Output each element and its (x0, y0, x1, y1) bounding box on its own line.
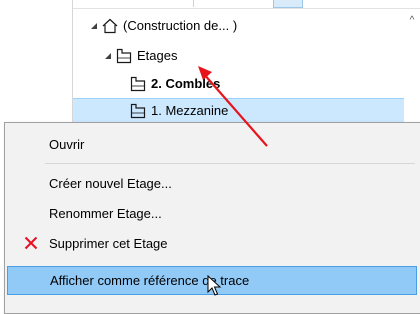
context-menu: Ouvrir Créer nouvel Etage... Renommer Et… (4, 122, 420, 314)
menu-item-show-as-trace-reference[interactable]: Afficher comme référence de trace (7, 266, 417, 295)
menu-item-create-story[interactable]: Créer nouvel Etage... (7, 169, 417, 198)
tree-header-segment (73, 0, 194, 7)
expand-triangle-icon[interactable] (89, 21, 99, 31)
tree-item-label: 1. Mezzanine (151, 103, 229, 118)
tree-header-strip (73, 0, 420, 9)
story-icon (130, 103, 146, 119)
tree-item-label: (Construction de... ) (123, 18, 238, 33)
tree-item-combles[interactable]: 2. Combles (73, 72, 404, 96)
menu-item-label: Afficher comme référence de trace (50, 273, 250, 288)
story-icon (116, 48, 132, 64)
menu-item-label: Ouvrir (49, 137, 85, 152)
tree-item-construction[interactable]: (Construction de... ) (73, 14, 404, 38)
navigator-tree-panel: ^ (Construction de... ) Etages 2. Comble… (72, 0, 420, 126)
tree-header-segment-active[interactable] (273, 0, 303, 8)
delete-x-icon (24, 236, 38, 250)
menu-separator (45, 163, 415, 164)
menu-item-label: Renommer Etage... (49, 206, 162, 221)
story-icon (130, 76, 146, 92)
menu-item-delete-story[interactable]: Supprimer cet Etage (7, 229, 417, 258)
tree-item-etages[interactable]: Etages (73, 44, 404, 68)
scroll-up-button[interactable]: ^ (405, 14, 419, 28)
tree-item-label: Etages (137, 48, 178, 63)
menu-item-rename-story[interactable]: Renommer Etage... (7, 199, 417, 228)
tree-item-mezzanine[interactable]: 1. Mezzanine (73, 98, 404, 124)
building-icon (102, 18, 118, 34)
expand-triangle-icon[interactable] (103, 51, 113, 61)
menu-item-ouvrir[interactable]: Ouvrir (7, 130, 417, 159)
menu-item-label: Supprimer cet Etage (49, 236, 168, 251)
menu-item-label: Créer nouvel Etage... (49, 176, 172, 191)
tree-item-label: 2. Combles (151, 76, 221, 91)
screen: ^ (Construction de... ) Etages 2. Comble… (0, 0, 420, 314)
